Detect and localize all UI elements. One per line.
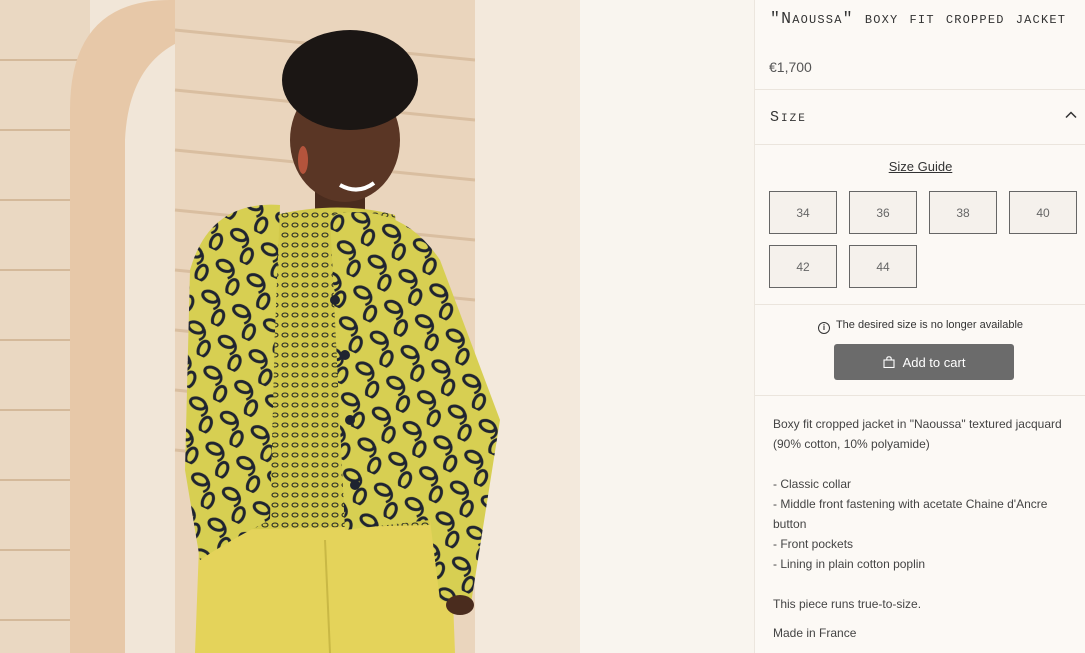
product-description: Boxy fit cropped jacket in "Naoussa" tex… bbox=[773, 414, 1079, 643]
feature-item: - Middle front fastening with acetate Ch… bbox=[773, 497, 1048, 531]
size-accordion-header[interactable]: Size bbox=[755, 90, 1085, 144]
size-guide-link[interactable]: Size Guide bbox=[755, 159, 1085, 174]
availability-text: The desired size is no longer available bbox=[835, 319, 1024, 331]
image-gutter bbox=[580, 0, 754, 653]
product-price: €1,700 bbox=[769, 59, 812, 75]
product-details-panel: "Naoussa" boxy fit cropped jacket €1,700… bbox=[754, 0, 1085, 653]
shopping-bag-icon bbox=[883, 356, 895, 368]
divider bbox=[755, 144, 1085, 145]
divider bbox=[755, 304, 1085, 305]
size-option-42[interactable]: 42 bbox=[769, 245, 837, 288]
add-to-cart-label: Add to cart bbox=[902, 354, 966, 370]
size-option-38[interactable]: 38 bbox=[929, 191, 997, 234]
description-intro: Boxy fit cropped jacket in "Naoussa" tex… bbox=[773, 417, 1062, 451]
chevron-up-icon bbox=[1065, 111, 1077, 119]
product-title: "Naoussa" boxy fit cropped jacket bbox=[770, 9, 1067, 28]
fit-note: This piece runs true-to-size. bbox=[773, 597, 922, 611]
size-option-36[interactable]: 36 bbox=[849, 191, 917, 234]
feature-item: - Lining in plain cotton poplin bbox=[773, 557, 926, 571]
size-section-label: Size bbox=[770, 109, 807, 126]
add-to-cart-button[interactable]: Add to cart bbox=[834, 344, 1014, 380]
product-image bbox=[0, 0, 580, 653]
feature-item: - Front pockets bbox=[773, 537, 854, 551]
origin-note: Made in France bbox=[773, 626, 857, 640]
availability-note: i The desired size is no longer available bbox=[755, 319, 1085, 334]
feature-item: - Classic collar bbox=[773, 477, 852, 491]
size-option-40[interactable]: 40 bbox=[1009, 191, 1077, 234]
info-icon: i bbox=[817, 322, 830, 334]
divider bbox=[755, 395, 1085, 396]
size-option-34[interactable]: 34 bbox=[769, 191, 837, 234]
model-photo-illustration bbox=[0, 0, 580, 653]
size-option-44[interactable]: 44 bbox=[849, 245, 917, 288]
